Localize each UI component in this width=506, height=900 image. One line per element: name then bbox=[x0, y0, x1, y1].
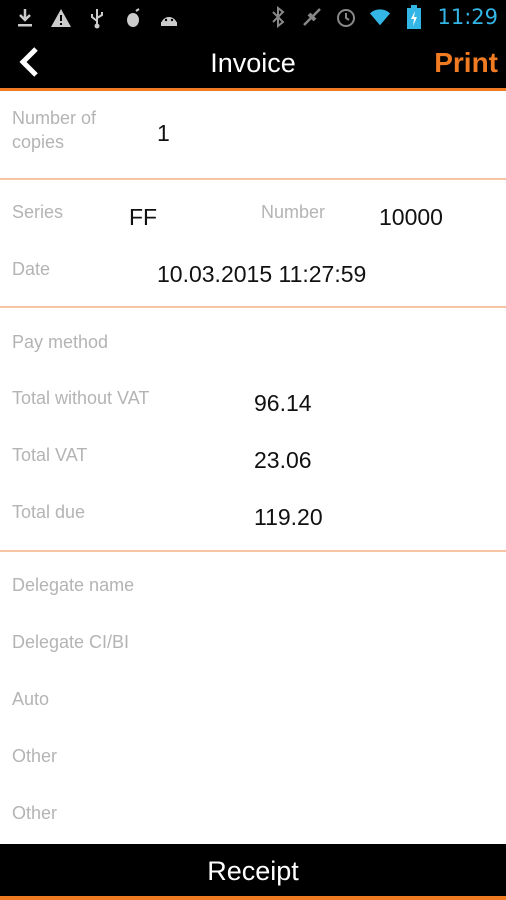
page-title: Invoice bbox=[210, 48, 296, 78]
total-due-label: Total due bbox=[12, 502, 86, 522]
receipt-button[interactable]: Receipt bbox=[0, 856, 506, 887]
total-due-value: 119.20 bbox=[254, 504, 323, 530]
clock-time: 11:29 bbox=[437, 5, 498, 29]
date-field[interactable]: 10.03.2015 11:27:59 bbox=[157, 261, 366, 288]
gps-icon bbox=[301, 6, 323, 28]
section-divider bbox=[0, 550, 506, 552]
bottom-accent-line bbox=[0, 896, 506, 900]
total-vat-label: Total VAT bbox=[12, 445, 88, 465]
warning-icon bbox=[50, 7, 72, 29]
section-divider bbox=[0, 306, 506, 308]
total-vat-value: 23.06 bbox=[254, 447, 312, 473]
download-icon bbox=[14, 7, 36, 29]
other-field-2[interactable]: Other bbox=[12, 801, 57, 825]
delegate-name-field[interactable]: Delegate name bbox=[12, 573, 134, 597]
other-field-1[interactable]: Other bbox=[12, 744, 57, 768]
android-icon bbox=[158, 7, 180, 29]
section-divider bbox=[0, 178, 506, 180]
series-field[interactable]: FF bbox=[129, 204, 157, 231]
usb-icon bbox=[86, 7, 108, 29]
number-of-copies-field[interactable]: 1 bbox=[157, 120, 170, 147]
bug-icon bbox=[122, 7, 144, 29]
battery-charging-icon bbox=[403, 5, 425, 29]
number-label: Number bbox=[261, 202, 326, 222]
auto-field[interactable]: Auto bbox=[12, 687, 49, 711]
total-without-vat-label: Total without VAT bbox=[12, 388, 150, 408]
print-button[interactable]: Print bbox=[434, 47, 498, 79]
number-of-copies-label: Number of copies bbox=[12, 108, 97, 152]
alarm-icon bbox=[335, 6, 357, 28]
bluetooth-icon bbox=[267, 6, 289, 28]
wifi-icon bbox=[369, 6, 391, 28]
number-field[interactable]: 10000 bbox=[379, 204, 443, 231]
header-divider bbox=[0, 88, 506, 91]
delegate-ci-field[interactable]: Delegate CI/BI bbox=[12, 630, 129, 654]
series-label: Series bbox=[12, 202, 64, 222]
status-bar: 11:29 bbox=[0, 0, 506, 36]
pay-method-label: Pay method bbox=[12, 332, 109, 352]
total-without-vat-value: 96.14 bbox=[254, 390, 312, 416]
date-label: Date bbox=[12, 259, 51, 279]
